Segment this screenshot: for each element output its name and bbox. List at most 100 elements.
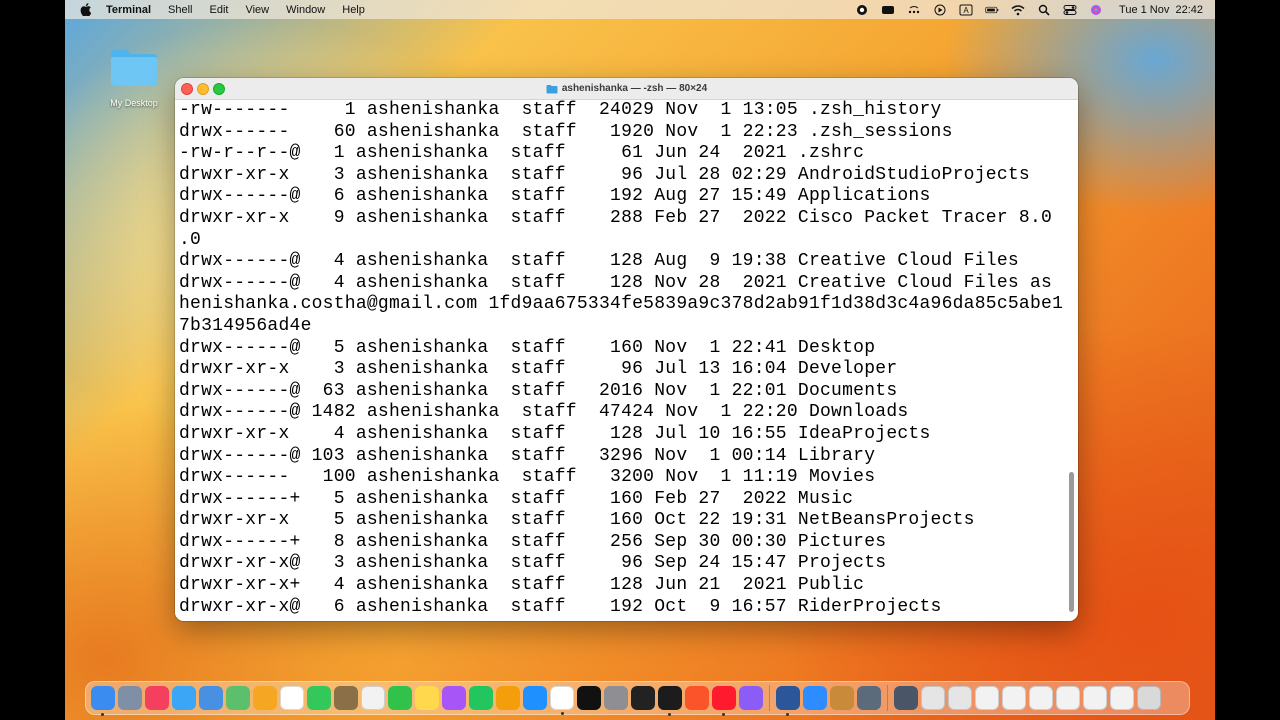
window-title-text: ashenishanka — -zsh — 80×24 bbox=[561, 83, 708, 94]
mail-icon[interactable] bbox=[199, 686, 223, 710]
menu-help[interactable]: Help bbox=[342, 4, 365, 16]
launchpad-icon[interactable] bbox=[118, 686, 142, 710]
zoom-button[interactable] bbox=[213, 83, 225, 95]
safari-icon[interactable] bbox=[172, 686, 196, 710]
menu-clock[interactable]: Tue 1 Nov 22:42 bbox=[1119, 4, 1203, 16]
doc-thumb-icon-2[interactable] bbox=[1002, 686, 1026, 710]
finder-icon[interactable] bbox=[91, 686, 115, 716]
calendar-icon[interactable] bbox=[280, 686, 304, 710]
pages-icon[interactable] bbox=[496, 686, 520, 710]
facetime-icon[interactable] bbox=[881, 4, 895, 16]
music-icon[interactable] bbox=[145, 686, 169, 710]
screenshot-icon[interactable] bbox=[894, 686, 918, 710]
archive-icon[interactable] bbox=[334, 686, 358, 710]
terminal-line: drwx------@ 6 ashenishanka staff 192 Aug… bbox=[179, 186, 931, 207]
podcasts-icon[interactable] bbox=[442, 686, 466, 710]
quicktime-icon[interactable] bbox=[857, 686, 881, 710]
text-input-icon[interactable]: A bbox=[959, 4, 973, 16]
close-button[interactable] bbox=[181, 83, 193, 95]
search-icon[interactable] bbox=[1037, 4, 1051, 16]
system-settings-icon[interactable] bbox=[604, 686, 628, 710]
wifi-icon[interactable] bbox=[1011, 4, 1025, 16]
terminal-line: drwx------@ 4 ashenishanka staff 128 Nov… bbox=[179, 272, 1053, 293]
dock bbox=[85, 681, 1190, 716]
right-pillar-box bbox=[1215, 0, 1280, 720]
dots-icon[interactable] bbox=[907, 4, 921, 16]
window-title: ashenishanka — -zsh — 80×24 bbox=[546, 83, 707, 94]
running-indicator bbox=[722, 713, 725, 716]
unknown-icon[interactable] bbox=[921, 686, 945, 710]
terminal-line: drwx------@ 4 ashenishanka staff 128 Aug… bbox=[179, 251, 1019, 272]
opera-icon[interactable] bbox=[712, 686, 736, 716]
brave-icon[interactable] bbox=[685, 686, 709, 710]
apple-icon[interactable] bbox=[80, 3, 92, 17]
terminal-line: drwxr-xr-x 9 ashenishanka staff 288 Feb … bbox=[179, 207, 1053, 228]
photos-icon[interactable] bbox=[253, 686, 277, 710]
play-icon[interactable] bbox=[933, 4, 947, 16]
status-area: A Tue 1 Nov 22:42 bbox=[855, 4, 1203, 16]
running-indicator bbox=[668, 713, 671, 716]
left-pillar-box bbox=[0, 0, 65, 720]
terminal-line: drwxr-xr-x 5 ashenishanka staff 160 Oct … bbox=[179, 510, 975, 531]
terminal-line: drwxr-xr-x@ 6 ashenishanka staff 192 Oct… bbox=[179, 596, 942, 617]
battery-icon[interactable] bbox=[985, 4, 999, 16]
desktop: Terminal Shell Edit View Window Help A T… bbox=[65, 0, 1215, 720]
siri-icon[interactable] bbox=[1089, 4, 1103, 16]
traffic-lights bbox=[181, 83, 225, 95]
terminal-line: drwx------+ 5 ashenishanka staff 160 Feb… bbox=[179, 488, 854, 509]
terminal-line: -rw------- 1 ashenishanka staff 24029 No… bbox=[179, 100, 942, 120]
doc-thumb-icon-3[interactable] bbox=[1029, 686, 1053, 710]
doc-thumb-icon-5[interactable] bbox=[1083, 686, 1107, 710]
terminal-line: drwx------ 100 ashenishanka staff 3200 N… bbox=[179, 467, 876, 488]
minimize-button[interactable] bbox=[197, 83, 209, 95]
folder-icon bbox=[109, 46, 159, 88]
terminal-line: drwx------@ 1482 ashenishanka staff 4742… bbox=[179, 402, 909, 423]
terminal-line: drwxr-xr-x@ 3 ashenishanka staff 96 Sep … bbox=[179, 553, 887, 574]
menu-window[interactable]: Window bbox=[286, 4, 325, 16]
facetime-app-icon[interactable] bbox=[388, 686, 412, 710]
control-center-icon[interactable] bbox=[1063, 4, 1077, 16]
feedback-icon[interactable] bbox=[739, 686, 763, 710]
terminal-line: 7b314956ad4e bbox=[179, 315, 312, 336]
svg-text:A: A bbox=[963, 6, 969, 15]
messages-icon[interactable] bbox=[307, 686, 331, 710]
maps-icon[interactable] bbox=[226, 686, 250, 710]
chrome-icon[interactable] bbox=[550, 686, 574, 715]
desktop-folder-label: My Desktop bbox=[110, 98, 158, 108]
terminal-line: drwx------ 60 ashenishanka staff 1920 No… bbox=[179, 121, 953, 142]
menu-view[interactable]: View bbox=[245, 4, 269, 16]
terminal-line: drwxr-xr-x 4 ashenishanka staff 128 Jul … bbox=[179, 423, 931, 444]
game-icon[interactable] bbox=[830, 686, 854, 710]
menu-edit[interactable]: Edit bbox=[210, 4, 229, 16]
reminders-icon[interactable] bbox=[361, 686, 385, 710]
doc-thumb-icon-4[interactable] bbox=[1056, 686, 1080, 710]
desktop-folder[interactable]: My Desktop bbox=[104, 46, 164, 108]
doc-thumb-icon-6[interactable] bbox=[1110, 686, 1134, 710]
menu-shell[interactable]: Shell bbox=[168, 4, 192, 16]
apple-tv-icon[interactable] bbox=[577, 686, 601, 710]
terminal-line: drwx------@ 63 ashenishanka staff 2016 N… bbox=[179, 380, 898, 401]
terminal-line: drwxr-xr-x+ 4 ashenishanka staff 128 Jun… bbox=[179, 575, 865, 596]
terminal-window[interactable]: ashenishanka — -zsh — 80×24 -rw------- 1… bbox=[175, 78, 1078, 621]
terminal-output[interactable]: -rw------- 1 ashenishanka staff 24029 No… bbox=[175, 100, 1078, 621]
doc-thumb-icon[interactable] bbox=[975, 686, 999, 710]
notes-icon[interactable] bbox=[415, 686, 439, 710]
window-titlebar[interactable]: ashenishanka — -zsh — 80×24 bbox=[175, 78, 1078, 100]
home-folder-icon bbox=[546, 84, 558, 94]
word-icon[interactable] bbox=[776, 686, 800, 716]
app-store-icon[interactable] bbox=[523, 686, 547, 710]
running-indicator bbox=[101, 713, 104, 716]
trash-icon[interactable] bbox=[1137, 686, 1161, 710]
zoom-icon[interactable] bbox=[803, 686, 827, 710]
numbers-icon[interactable] bbox=[469, 686, 493, 710]
terminal-line: .0 bbox=[179, 229, 202, 250]
terminal-line: drwx------+ 8 ashenishanka staff 256 Sep… bbox=[179, 531, 887, 552]
unknown-icon-2[interactable] bbox=[948, 686, 972, 710]
activity-monitor-icon[interactable] bbox=[631, 686, 655, 710]
record-icon[interactable] bbox=[855, 4, 869, 16]
vertical-scrollbar[interactable] bbox=[1069, 472, 1074, 612]
menu-app-terminal[interactable]: Terminal bbox=[106, 4, 151, 16]
dock-separator bbox=[887, 685, 888, 711]
terminal-line: drwx------@ 103 ashenishanka staff 3296 … bbox=[179, 445, 876, 466]
terminal-icon[interactable] bbox=[658, 686, 682, 716]
